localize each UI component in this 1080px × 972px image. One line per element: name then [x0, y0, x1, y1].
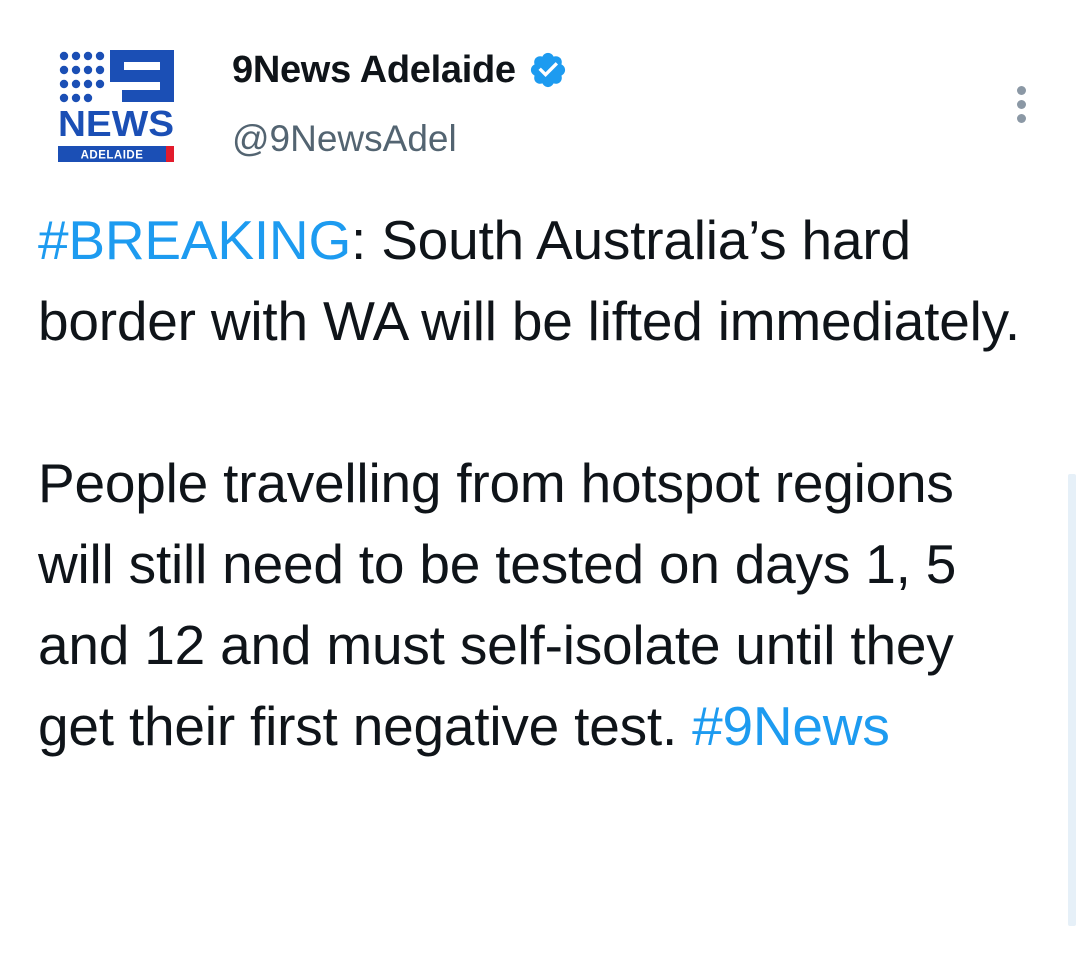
- hashtag-link[interactable]: #9News: [692, 695, 890, 757]
- more-vertical-icon-dot: [1016, 113, 1026, 123]
- scrollbar[interactable]: [1068, 474, 1076, 926]
- tweet-paragraph: #BREAKING: South Australia’s hard border…: [38, 200, 1038, 362]
- verified-badge-icon: [530, 52, 565, 88]
- author-name-row: 9News Adelaide: [232, 44, 568, 96]
- more-vertical-icon: [1016, 85, 1026, 95]
- hashtag-link[interactable]: #BREAKING: [38, 209, 351, 271]
- user-handle[interactable]: @9NewsAdel: [232, 118, 457, 160]
- avatar[interactable]: NEWS ADELAIDE: [58, 48, 176, 164]
- tweet-paragraph: People travelling from hotspot regions w…: [38, 443, 1038, 767]
- svg-text:NEWS: NEWS: [58, 103, 174, 144]
- more-options-button[interactable]: [1004, 80, 1038, 128]
- display-name[interactable]: 9News Adelaide: [232, 49, 516, 92]
- tweet: NEWS ADELAIDE 9News Adelaide @9NewsAdel …: [0, 0, 1080, 972]
- svg-text:ADELAIDE: ADELAIDE: [81, 150, 144, 162]
- tweet-text: #BREAKING: South Australia’s hard border…: [38, 200, 1038, 767]
- 9news-adelaide-logo-icon: NEWS ADELAIDE: [58, 50, 174, 162]
- more-vertical-icon-dot: [1016, 99, 1026, 109]
